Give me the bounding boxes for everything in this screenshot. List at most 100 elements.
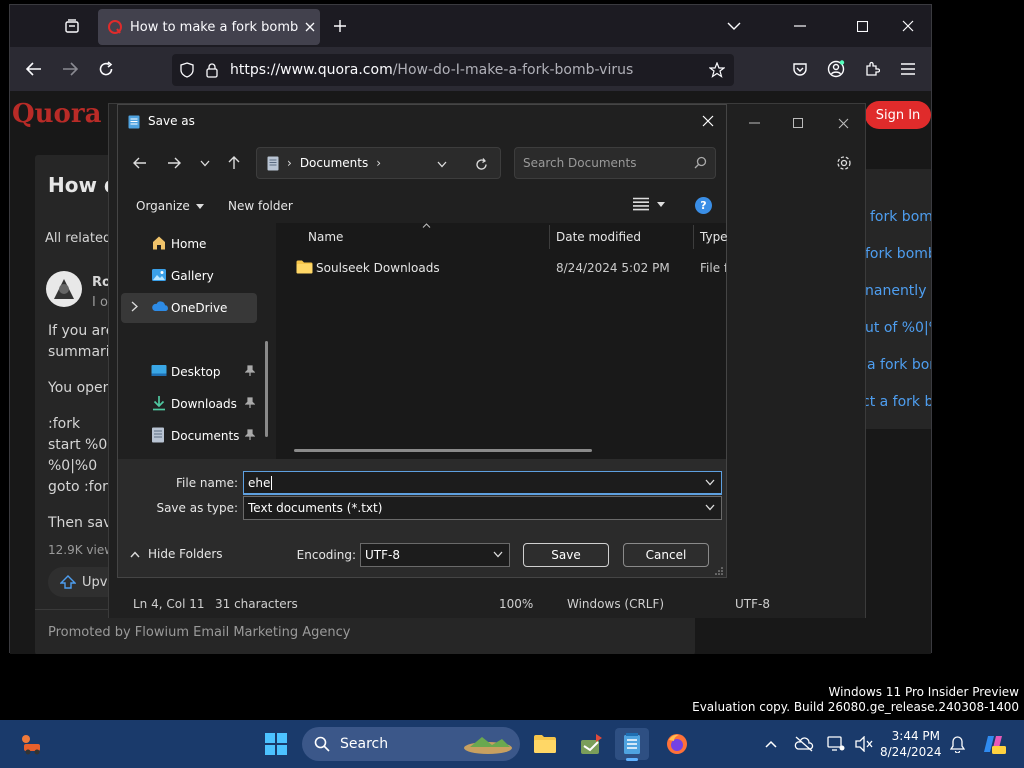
show-hidden-icons-chevron-icon[interactable] <box>757 728 785 760</box>
nav-item-home[interactable]: Home <box>121 229 257 259</box>
column-divider[interactable] <box>693 225 694 249</box>
avatar[interactable] <box>46 271 82 307</box>
pin-icon[interactable] <box>245 397 255 409</box>
answer-line: summariz <box>48 344 118 360</box>
breadcrumb-documents[interactable]: Documents <box>300 156 368 170</box>
column-header-type[interactable]: Type <box>700 223 728 251</box>
horizontal-scrollbar[interactable] <box>294 449 592 452</box>
nav-label: OneDrive <box>171 301 228 315</box>
nav-label: Gallery <box>171 269 214 283</box>
promoted-label[interactable]: Promoted by Flowium Email Marketing Agen… <box>48 625 350 640</box>
taskbar-search-box[interactable]: Search <box>302 727 520 761</box>
encoding-select[interactable]: UTF-8 <box>360 543 510 567</box>
lock-icon[interactable] <box>206 62 218 78</box>
pin-icon[interactable] <box>245 365 255 377</box>
related-link[interactable]: a fork bor <box>867 357 931 373</box>
search-icon <box>314 736 330 752</box>
system-clock[interactable]: 3:44 PM 8/24/2024 <box>880 728 942 760</box>
new-tab-icon[interactable] <box>326 12 354 40</box>
chevron-down-icon[interactable] <box>705 479 715 486</box>
store-app-icon[interactable] <box>574 728 608 760</box>
shield-icon[interactable] <box>180 62 194 78</box>
network-display-icon[interactable] <box>822 728 850 760</box>
bookmark-star-icon[interactable] <box>706 59 728 81</box>
firefox-icon[interactable] <box>660 728 694 760</box>
forward-icon[interactable] <box>56 55 84 83</box>
organize-menu[interactable]: Organize <box>136 197 204 215</box>
nav-item-gallery[interactable]: Gallery <box>121 261 257 291</box>
answer-line: :fork <box>48 416 81 432</box>
browser-tab[interactable]: How to make a fork bomb viru <box>98 9 320 45</box>
notepad-app-icon <box>128 114 140 129</box>
text-caret <box>271 475 273 490</box>
notepad-minimize-icon[interactable] <box>739 110 769 136</box>
close-tab-icon[interactable] <box>300 17 320 37</box>
resize-grip-icon[interactable] <box>715 567 723 575</box>
nav-item-desktop[interactable]: Desktop <box>121 357 257 387</box>
minimize-icon[interactable] <box>786 12 814 40</box>
back-icon[interactable] <box>20 55 48 83</box>
nav-label: Desktop <box>171 365 221 379</box>
nav-item-documents[interactable]: Documents <box>121 421 257 451</box>
nav-item-downloads[interactable]: Downloads <box>121 389 257 419</box>
expand-chevron-icon[interactable] <box>131 301 138 312</box>
nav-label: Documents <box>171 429 240 443</box>
save-button[interactable]: Save <box>523 543 609 567</box>
back-icon[interactable] <box>128 151 152 175</box>
weather-widget-icon[interactable] <box>14 728 48 760</box>
extensions-icon[interactable] <box>858 55 886 83</box>
save-as-type-select[interactable]: Text documents (*.txt) <box>243 496 722 520</box>
cancel-button[interactable]: Cancel <box>623 543 709 567</box>
close-window-icon[interactable] <box>894 12 922 40</box>
folder-icon <box>296 260 313 274</box>
list-all-tabs-icon[interactable] <box>720 12 748 40</box>
sign-in-button[interactable]: Sign In <box>865 101 931 129</box>
nav-scrollbar[interactable] <box>265 341 268 437</box>
search-documents-input[interactable]: Search Documents <box>514 147 716 179</box>
nav-item-onedrive[interactable]: OneDrive <box>121 293 257 323</box>
column-header-date-modified[interactable]: Date modified <box>556 223 641 251</box>
notepad-settings-icon[interactable] <box>829 150 859 176</box>
hide-folders-button[interactable]: Hide Folders <box>130 547 223 561</box>
quora-logo[interactable]: Quora <box>12 99 101 129</box>
pin-icon[interactable] <box>245 429 255 441</box>
chevron-down-icon <box>657 201 665 207</box>
notepad-maximize-icon[interactable] <box>783 110 813 136</box>
recent-locations-icon[interactable] <box>194 151 216 175</box>
new-folder-button[interactable]: New folder <box>228 199 293 213</box>
volume-muted-icon[interactable] <box>850 728 878 760</box>
dialog-close-icon[interactable] <box>694 107 722 135</box>
refresh-icon[interactable] <box>471 154 491 174</box>
file-name-input[interactable]: ehe <box>243 471 722 495</box>
related-link[interactable]: ct a fork b <box>862 394 931 410</box>
notepad-close-icon[interactable] <box>828 110 858 136</box>
file-explorer-icon[interactable] <box>528 728 562 760</box>
start-button-icon[interactable] <box>259 728 293 760</box>
menu-icon[interactable] <box>894 55 922 83</box>
address-dropdown-icon[interactable] <box>433 155 451 173</box>
view-options[interactable] <box>633 197 665 211</box>
address-bar[interactable]: https://www.quora.com/How-do-I-make-a-fo… <box>172 54 734 86</box>
related-link[interactable]: fork bom <box>870 209 931 225</box>
column-header-name[interactable]: Name <box>308 223 343 251</box>
tab-list-icon[interactable] <box>58 12 86 40</box>
forward-icon[interactable] <box>162 151 186 175</box>
reload-icon[interactable] <box>92 55 120 83</box>
account-icon[interactable] <box>822 55 850 83</box>
address-breadcrumb[interactable]: › Documents › <box>256 147 501 179</box>
onedrive-offline-icon[interactable] <box>790 728 818 760</box>
related-link[interactable]: ut of %0|% <box>865 320 931 336</box>
related-link[interactable]: nanently w <box>865 283 931 299</box>
help-icon[interactable]: ? <box>695 197 712 214</box>
pocket-icon[interactable] <box>786 55 814 83</box>
column-divider[interactable] <box>549 225 550 249</box>
up-folder-icon[interactable] <box>222 151 246 175</box>
related-link[interactable]: fork bomb <box>865 246 931 262</box>
maximize-icon[interactable] <box>848 12 876 40</box>
breadcrumb-separator-icon[interactable]: › <box>376 156 381 170</box>
copilot-pre-icon[interactable] <box>976 728 1010 760</box>
save-as-type-label: Save as type: <box>156 501 238 515</box>
notifications-bell-icon[interactable] <box>943 728 971 760</box>
notepad-taskbar-icon[interactable] <box>615 728 649 761</box>
file-row[interactable]: Soulseek Downloads 8/24/2024 5:02 PM Fil… <box>276 255 726 281</box>
